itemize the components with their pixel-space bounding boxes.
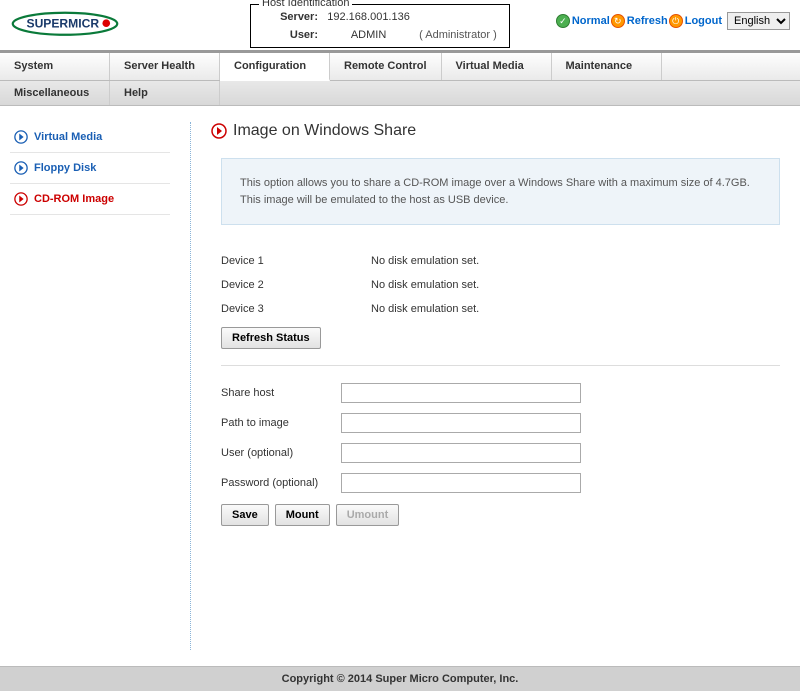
device-row: Device 2 No disk emulation set. (221, 273, 780, 297)
sidebar-item-label: Virtual Media (34, 131, 102, 143)
password-input[interactable] (341, 473, 581, 493)
nav-maintenance[interactable]: Maintenance (552, 53, 662, 80)
main-nav: System Server Health Configuration Remot… (0, 53, 800, 81)
device-row: Device 1 No disk emulation set. (221, 249, 780, 273)
arrow-right-icon (14, 192, 28, 206)
path-to-image-label: Path to image (221, 417, 341, 429)
user-label: User (optional) (221, 447, 341, 459)
share-host-input[interactable] (341, 383, 581, 403)
refresh-status-button[interactable]: Refresh Status (221, 327, 321, 349)
nav-configuration[interactable]: Configuration (220, 53, 330, 81)
sidebar-item-virtual-media[interactable]: Virtual Media (10, 122, 170, 153)
arrow-right-icon (14, 161, 28, 175)
nav-help[interactable]: Help (110, 81, 220, 105)
refresh-link[interactable]: ↻ Refresh (611, 14, 668, 28)
page-title: Image on Windows Share (211, 122, 790, 140)
device-label: Device 1 (221, 255, 371, 267)
password-label: Password (optional) (221, 477, 341, 489)
sub-nav: Miscellaneous Help (0, 81, 800, 106)
user-input[interactable] (341, 443, 581, 463)
sidebar-item-floppy-disk[interactable]: Floppy Disk (10, 153, 170, 184)
umount-button[interactable]: Umount (336, 504, 400, 526)
server-value: 192.168.001.136 (321, 11, 416, 23)
arrow-right-icon (211, 123, 227, 139)
arrow-right-icon (14, 130, 28, 144)
info-box: This option allows you to share a CD-ROM… (221, 158, 780, 225)
sidebar: Virtual Media Floppy Disk CD-ROM Image (10, 122, 170, 650)
sidebar-item-label: CD-ROM Image (34, 193, 114, 205)
user-role: ( Administrator ) (419, 29, 497, 41)
host-id-title: Host Identification (259, 0, 352, 9)
device-label: Device 2 (221, 279, 371, 291)
logo: SUPERMICR (10, 10, 130, 41)
nav-remote-control[interactable]: Remote Control (330, 53, 442, 80)
svg-text:SUPERMICR: SUPERMICR (26, 17, 99, 31)
host-identification-box: Host Identification Server: 192.168.001.… (250, 4, 510, 48)
nav-server-health[interactable]: Server Health (110, 53, 220, 80)
server-label: Server: (263, 11, 318, 23)
language-select[interactable]: English (727, 12, 790, 30)
refresh-icon: ↻ (611, 14, 625, 28)
status-normal: ✓ Normal (556, 14, 610, 28)
share-host-label: Share host (221, 387, 341, 399)
nav-virtual-media[interactable]: Virtual Media (442, 53, 552, 80)
check-icon: ✓ (556, 14, 570, 28)
device-status: No disk emulation set. (371, 303, 479, 315)
footer-copyright: Copyright © 2014 Super Micro Computer, I… (0, 666, 800, 691)
nav-miscellaneous[interactable]: Miscellaneous (0, 81, 110, 105)
device-status: No disk emulation set. (371, 279, 479, 291)
save-button[interactable]: Save (221, 504, 269, 526)
path-to-image-input[interactable] (341, 413, 581, 433)
mount-button[interactable]: Mount (275, 504, 330, 526)
logout-link[interactable]: ⏻ Logout (669, 14, 722, 28)
user-value: ADMIN (321, 29, 416, 41)
user-label: User: (263, 29, 318, 41)
device-status: No disk emulation set. (371, 255, 479, 267)
device-label: Device 3 (221, 303, 371, 315)
logout-icon: ⏻ (669, 14, 683, 28)
device-row: Device 3 No disk emulation set. (221, 297, 780, 321)
sidebar-item-cdrom-image[interactable]: CD-ROM Image (10, 184, 170, 215)
sidebar-item-label: Floppy Disk (34, 162, 96, 174)
nav-system[interactable]: System (0, 53, 110, 80)
